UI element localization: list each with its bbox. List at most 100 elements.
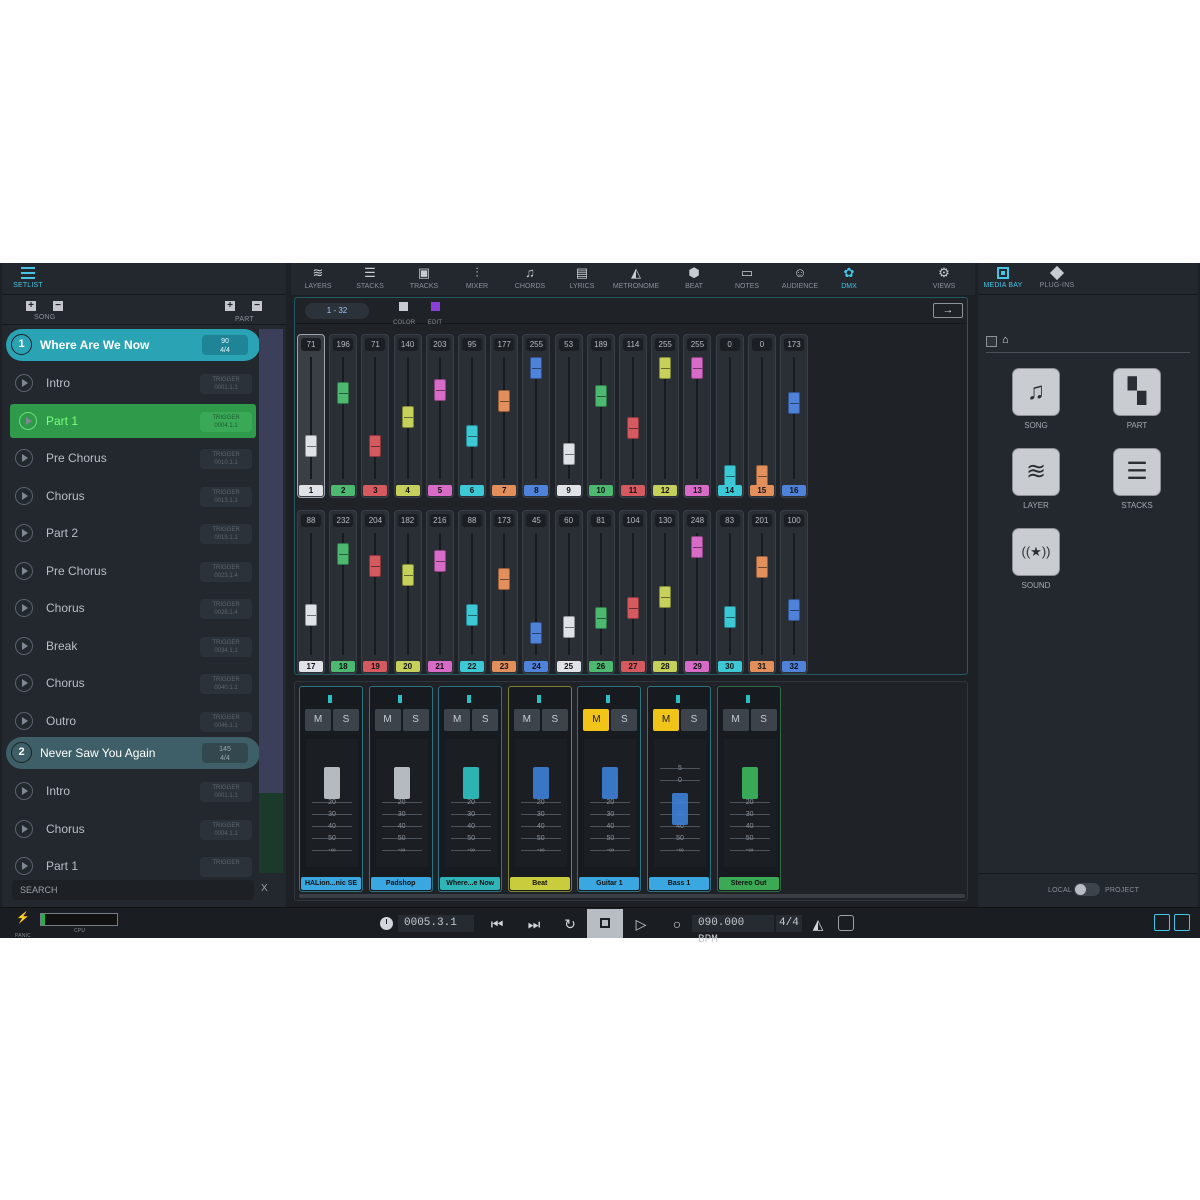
dmx-fader-16[interactable]: 173 16 [780, 334, 808, 498]
dmx-fader-21[interactable]: 216 21 [425, 510, 454, 674]
solo-button[interactable]: S [750, 709, 777, 731]
fader-knob[interactable] [530, 357, 543, 379]
part-row[interactable]: Chorus TRIGGER 0028.1.4 [6, 591, 258, 625]
part-row[interactable]: Pre Chorus TRIGGER 0010.1.1 [6, 441, 258, 475]
next-marker-icon[interactable]: ⏭ [524, 914, 544, 934]
volume-fader-area[interactable]: 20 30 40 50 -∞ [375, 739, 428, 867]
media-item-stacks[interactable]: ☰ STACKS [1097, 449, 1177, 510]
play-icon[interactable] [15, 599, 33, 617]
fader-knob[interactable] [659, 585, 672, 608]
solo-button[interactable]: S [333, 709, 359, 731]
play-icon[interactable] [15, 374, 33, 392]
mute-button[interactable]: M [305, 709, 331, 731]
part-row[interactable]: Part 1 TRIGGER [6, 849, 258, 883]
volume-fader-knob[interactable] [672, 793, 688, 825]
dmx-fader-20[interactable]: 182 20 [393, 510, 422, 674]
fader-knob[interactable] [433, 379, 446, 402]
volume-fader-knob[interactable] [463, 767, 480, 799]
add-part-button[interactable]: + [225, 301, 235, 311]
mute-button[interactable]: M [374, 709, 401, 731]
dmx-fader-5[interactable]: 203 5 [425, 334, 454, 498]
panic-button[interactable]: ⚡ PANIC [12, 912, 34, 942]
trigger-badge[interactable]: TRIGGER 0004.1.1 [200, 819, 252, 840]
play-icon[interactable] [15, 449, 33, 467]
play-icon[interactable] [15, 561, 33, 580]
part-row[interactable]: Chorus TRIGGER 0040.1.1 [6, 666, 258, 700]
cycle-icon[interactable]: ↻ [560, 914, 580, 934]
play-icon[interactable] [15, 636, 33, 655]
dmx-fader-15[interactable]: 0 15 [747, 334, 776, 498]
setlist-tab[interactable]: SETLIST [10, 267, 46, 289]
play-icon[interactable] [15, 486, 33, 505]
color-button[interactable]: COLOR [393, 302, 415, 329]
dmx-fader-3[interactable]: 71 3 [361, 334, 390, 498]
fader-knob[interactable] [433, 549, 446, 572]
play-icon[interactable] [15, 857, 33, 875]
trigger-badge[interactable]: TRIGGER 0010.1.1 [200, 449, 252, 469]
nav-beat[interactable]: ⬢ BEAT [669, 266, 719, 291]
dmx-fader-1[interactable]: 71 1 [297, 334, 325, 498]
setlist-scrollbar[interactable] [259, 329, 283, 873]
fader-knob[interactable] [723, 465, 736, 487]
volume-fader-area[interactable]: 20 30 40 50 -∞ [723, 739, 776, 867]
part-row[interactable]: Break TRIGGER 0034.1.1 [6, 629, 258, 663]
media-item-part[interactable]: ▚ PART [1097, 369, 1177, 430]
volume-fader-area[interactable]: 20 30 40 50 -∞ [445, 739, 498, 867]
media-item-layer[interactable]: ≋ LAYER [996, 449, 1076, 510]
fader-knob[interactable] [337, 542, 350, 565]
dmx-fader-18[interactable]: 232 18 [329, 510, 358, 674]
previous-marker-icon[interactable]: ⏮ [487, 914, 507, 934]
trigger-badge[interactable]: TRIGGER [200, 857, 252, 877]
trigger-badge[interactable]: TRIGGER 0028.1.4 [200, 599, 252, 619]
play-icon[interactable] [15, 674, 33, 692]
nav-chords[interactable]: ♫ CHORDS [505, 266, 555, 291]
dmx-fader-24[interactable]: 45 24 [522, 510, 551, 674]
fader-knob[interactable] [369, 554, 382, 577]
dmx-fader-9[interactable]: 53 9 [554, 334, 583, 498]
fader-knob[interactable] [305, 603, 317, 626]
dmx-fader-12[interactable]: 255 12 [651, 334, 680, 498]
fader-knob[interactable] [466, 424, 478, 447]
fader-knob[interactable] [466, 603, 478, 626]
dmx-fader-11[interactable]: 114 11 [619, 334, 647, 498]
fader-knob[interactable] [627, 416, 639, 439]
channel-range-selector[interactable]: 1 - 32 [305, 303, 369, 319]
home-icon[interactable]: ⌂ [1002, 334, 1009, 346]
volume-fader-area[interactable]: 20 30 40 50 -∞ [514, 739, 567, 867]
fader-knob[interactable] [305, 434, 317, 457]
part-row[interactable]: Intro TRIGGER 0001.1.1 [6, 774, 258, 808]
volume-fader-knob[interactable] [324, 767, 340, 799]
signature-display[interactable]: 4/4 [776, 915, 802, 932]
dmx-fader-30[interactable]: 83 30 [715, 510, 744, 674]
volume-fader-knob[interactable] [602, 767, 619, 799]
trigger-badge[interactable]: TRIGGER 0034.1.1 [200, 636, 252, 657]
add-song-button[interactable]: + [26, 301, 36, 311]
dmx-fader-2[interactable]: 196 2 [329, 334, 358, 498]
stop-button[interactable] [587, 909, 623, 938]
nav-layers[interactable]: ≋ LAYERS [293, 266, 343, 291]
nav-tracks[interactable]: ▣ TRACKS [399, 266, 449, 291]
position-display[interactable]: 0005.3.1 [398, 915, 474, 932]
fader-knob[interactable] [627, 596, 639, 619]
fader-knob[interactable] [788, 598, 800, 621]
part-row[interactable]: Part 2 TRIGGER 0019.1.1 [6, 516, 258, 550]
fader-knob[interactable] [755, 555, 768, 578]
expand-arrow-button[interactable]: → [933, 303, 963, 318]
play-icon[interactable] [19, 411, 37, 430]
dmx-fader-6[interactable]: 95 6 [458, 334, 486, 498]
volume-fader-knob[interactable] [741, 767, 758, 799]
tempo-display[interactable]: 090.000 BPM [692, 915, 774, 946]
fader-knob[interactable] [498, 390, 511, 413]
trigger-badge[interactable]: TRIGGER 0001.1.1 [200, 782, 252, 802]
plugins-tab[interactable]: PLUG-INS [1034, 265, 1080, 289]
fader-knob[interactable] [498, 567, 511, 590]
fader-knob[interactable] [723, 605, 736, 628]
mute-button[interactable]: M [653, 709, 679, 731]
fader-knob[interactable] [401, 405, 414, 428]
part-row[interactable]: Intro TRIGGER 0001.1.1 [6, 366, 258, 400]
select-checkbox[interactable] [986, 336, 997, 347]
layout-right-button[interactable] [1174, 914, 1190, 931]
part-row[interactable]: Outro TRIGGER 0046.1.1 [6, 704, 258, 738]
fader-knob[interactable] [562, 442, 575, 465]
part-row[interactable]: Chorus TRIGGER 0013.1.1 [6, 479, 258, 513]
